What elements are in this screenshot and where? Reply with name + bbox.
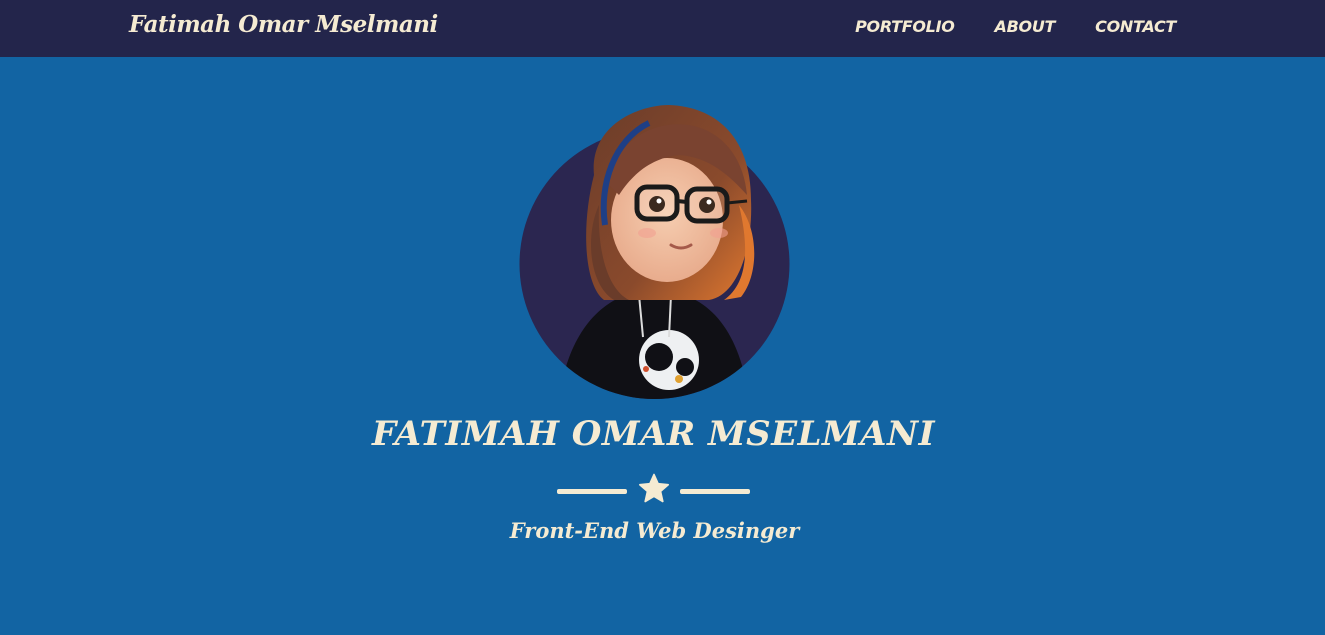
hero-section: FATIMAH OMAR MSELMANI Front-End Web Desi… <box>0 57 1325 635</box>
cartoon-girl-avatar-icon <box>519 105 790 399</box>
divider-line-right <box>680 489 750 494</box>
star-divider <box>557 472 750 508</box>
avatar <box>519 105 790 399</box>
brand-link[interactable]: Fatimah Omar Mselmani <box>129 11 438 38</box>
nav-link-portfolio[interactable]: PORTFOLIO <box>855 17 955 36</box>
hero-title: FATIMAH OMAR MSELMANI <box>371 414 936 454</box>
divider-line-left <box>557 489 627 494</box>
navbar: Fatimah Omar Mselmani PORTFOLIO ABOUT CO… <box>0 0 1325 57</box>
nav-links: PORTFOLIO ABOUT CONTACT <box>855 17 1176 36</box>
star-icon <box>638 473 670 503</box>
hero-subtitle: Front-End Web Desinger <box>509 518 800 543</box>
nav-link-contact[interactable]: CONTACT <box>1095 17 1176 36</box>
nav-link-about[interactable]: ABOUT <box>995 17 1056 36</box>
